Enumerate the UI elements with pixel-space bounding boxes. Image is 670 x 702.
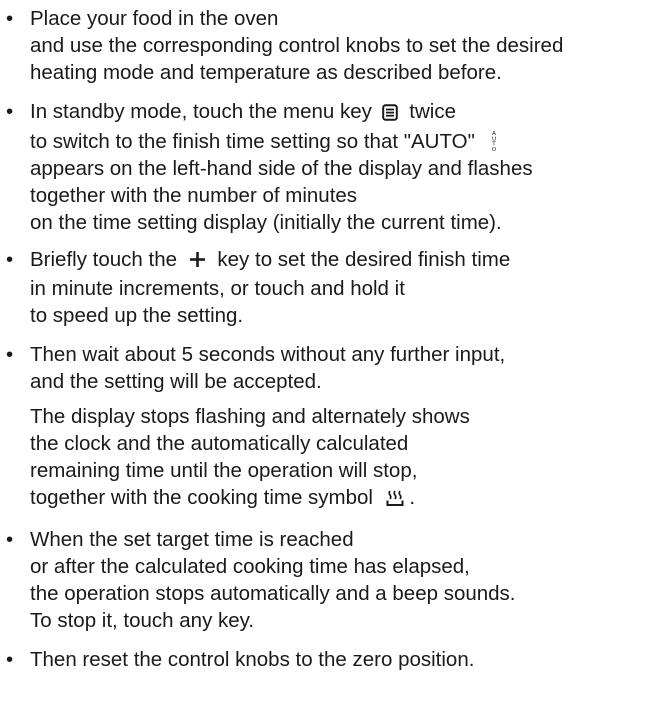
text-line: Then wait about 5 seconds without any fu… — [30, 343, 506, 366]
instruction-list: • Place your food in the oven and use th… — [0, 0, 670, 673]
auto-indicator-icon: A U T O — [489, 130, 499, 153]
cooking-time-icon — [386, 487, 404, 514]
paragraph: The display stops flashing and alternate… — [30, 403, 670, 514]
text-segment: twice — [409, 100, 456, 123]
text-line: together with the number of minutes — [30, 184, 358, 207]
text-line: Briefly touch the key to set the desired… — [30, 246, 670, 275]
text-line: and use the corresponding control knobs … — [30, 34, 564, 57]
text-line: together with the cooking time symbol . — [30, 484, 670, 514]
plus-key-icon — [189, 248, 206, 275]
auto-letter: O — [491, 147, 496, 152]
text-line: The display stops flashing and alternate… — [30, 405, 470, 428]
text-line: appears on the left-hand side of the dis… — [30, 157, 533, 180]
text-segment: to switch to the finish time setting so … — [30, 130, 475, 153]
text-segment: . — [409, 486, 416, 509]
text-line: heating mode and temperature as describe… — [30, 61, 502, 84]
text-segment: key to set the desired finish time — [217, 248, 511, 271]
list-item: • Place your food in the oven and use th… — [0, 5, 670, 86]
menu-key-icon — [381, 101, 398, 128]
list-item: • In standby mode, touch the menu key tw… — [0, 98, 670, 236]
list-item: • When the set target time is reached or… — [0, 526, 670, 634]
text-line: Then reset the control knobs to the zero… — [30, 648, 475, 671]
text-line: or after the calculated cooking time has… — [30, 555, 470, 578]
list-item: • Briefly touch the key to set the desir… — [0, 246, 670, 329]
bullet: • — [6, 248, 14, 271]
text-line: Place your food in the oven — [30, 7, 279, 30]
text-line: remaining time until the operation will … — [30, 459, 418, 482]
text-line: in minute increments, or touch and hold … — [30, 277, 405, 300]
bullet: • — [6, 343, 14, 366]
text-line: to speed up the setting. — [30, 304, 244, 327]
text-segment: Briefly touch the — [30, 248, 177, 271]
bullet: • — [6, 648, 14, 671]
text-line: When the set target time is reached — [30, 528, 354, 551]
text-line: on the time setting display (initially t… — [30, 211, 502, 234]
list-item: • Then reset the control knobs to the ze… — [0, 646, 670, 673]
text-line: the clock and the automatically calculat… — [30, 432, 409, 455]
text-segment: In standby mode, touch the menu key — [30, 100, 372, 123]
text-segment: together with the cooking time symbol — [30, 486, 373, 509]
bullet: • — [6, 528, 14, 551]
bullet: • — [6, 7, 14, 30]
text-line: and the setting will be accepted. — [30, 370, 322, 393]
list-item: • Then wait about 5 seconds without any … — [0, 341, 670, 514]
text-line: to switch to the finish time setting so … — [30, 128, 670, 155]
text-line: the operation stops automatically and a … — [30, 582, 516, 605]
bullet: • — [6, 100, 14, 123]
text-line: To stop it, touch any key. — [30, 609, 255, 632]
text-line: In standby mode, touch the menu key twic… — [30, 98, 670, 128]
